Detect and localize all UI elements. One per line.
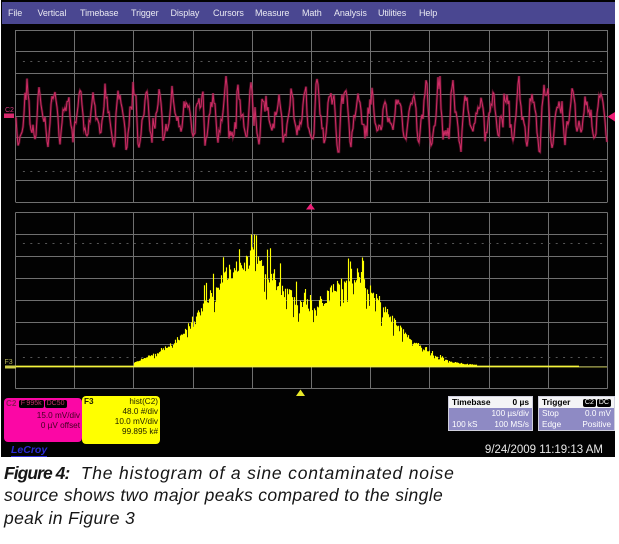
svg-text:C2: C2 — [5, 107, 14, 114]
svg-text:F3: F3 — [5, 359, 13, 366]
